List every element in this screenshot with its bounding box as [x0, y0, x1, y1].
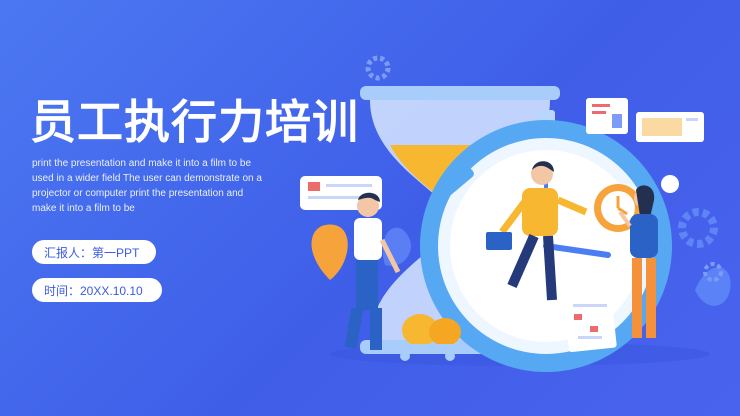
- calendar-icon: [563, 289, 617, 353]
- chat-bubble-icon: [661, 175, 679, 193]
- training-illustration: [300, 55, 731, 372]
- slide-description: print the presentation and make it into …: [32, 158, 262, 214]
- reporter-pill: 汇报人：第一PPT: [32, 240, 156, 264]
- time-pill: 时间：20XX.10.10: [32, 278, 162, 302]
- slide-canvas: 员工执行力培训 print the presentation and make …: [0, 0, 740, 416]
